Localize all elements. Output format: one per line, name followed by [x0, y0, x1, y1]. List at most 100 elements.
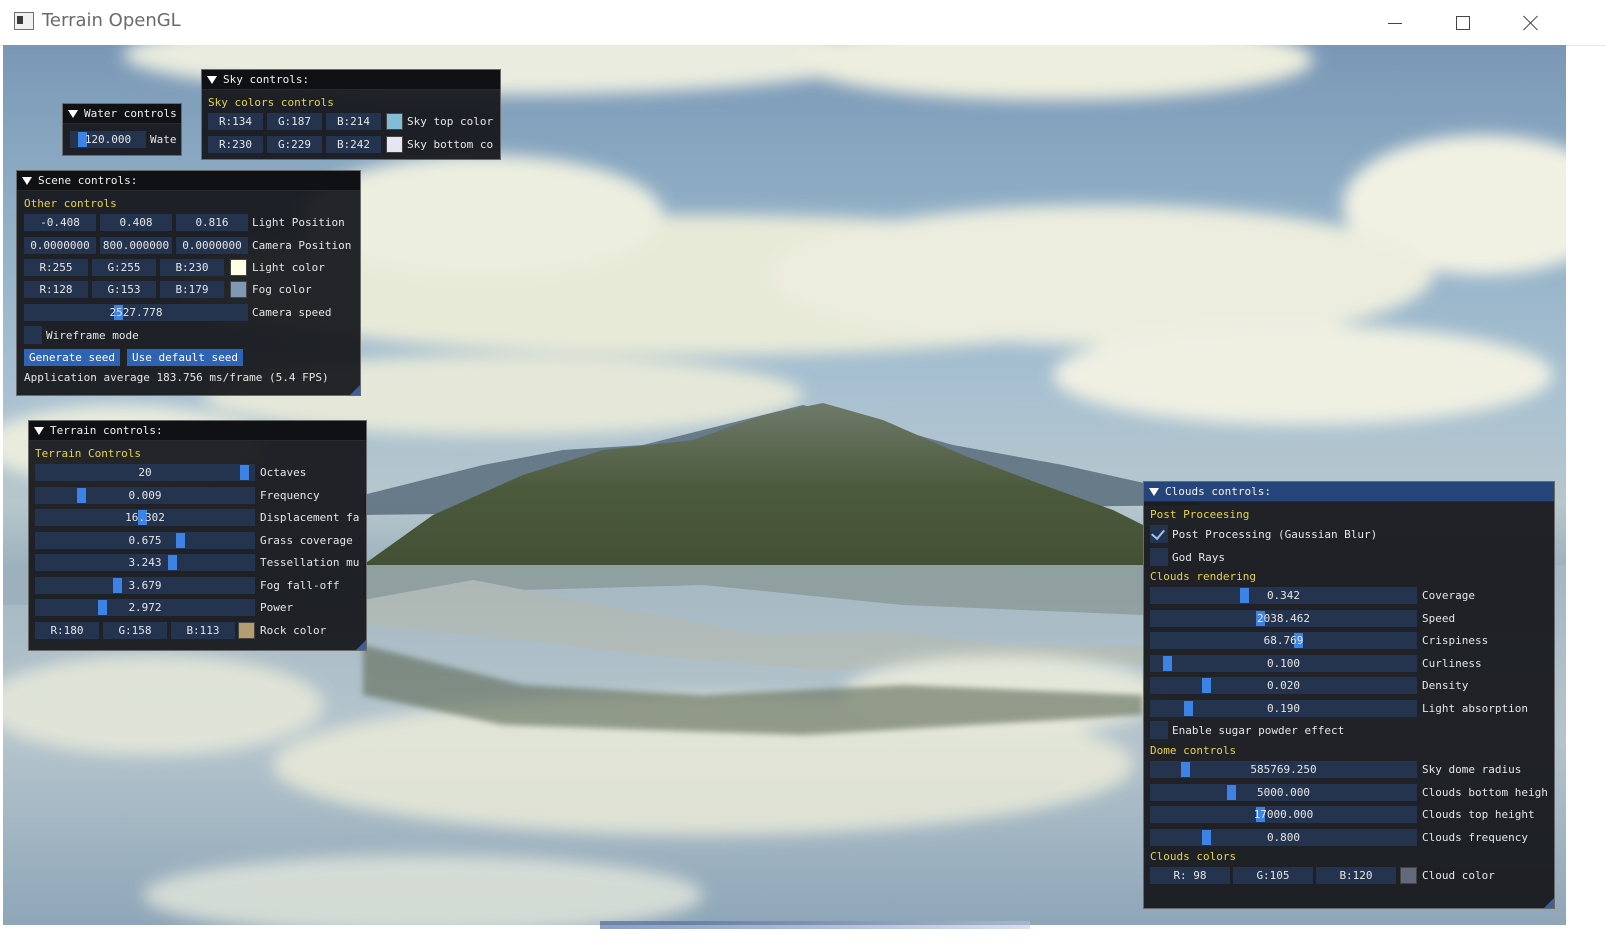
clouds-render-slider[interactable]: 0.100: [1150, 654, 1417, 672]
water-height-slider[interactable]: 120.000: [70, 131, 146, 148]
collapse-triangle-icon[interactable]: [207, 75, 217, 84]
slider-grab[interactable]: [1240, 588, 1249, 603]
sky-top-r[interactable]: R:134: [208, 113, 263, 130]
slider-grab[interactable]: [1163, 655, 1172, 671]
light-color-swatch[interactable]: [230, 259, 247, 276]
clouds-render-slider[interactable]: 68.769: [1150, 632, 1417, 649]
slider-value: 2038.462: [1257, 611, 1310, 625]
ghost-text: [600, 921, 1030, 929]
rock-color-swatch[interactable]: [238, 622, 255, 639]
rock-color-g[interactable]: G:158: [103, 622, 167, 639]
rock-color-b[interactable]: B:113: [171, 622, 235, 639]
wireframe-checkbox[interactable]: [24, 326, 42, 344]
light-position-z[interactable]: 0.816: [176, 214, 248, 231]
slider-grab[interactable]: [113, 577, 122, 593]
light-position-x[interactable]: -0.408: [24, 214, 96, 231]
rock-color-r[interactable]: R:180: [35, 622, 99, 639]
collapse-triangle-icon[interactable]: [22, 176, 32, 185]
dome-slider[interactable]: 5000.000: [1150, 783, 1417, 801]
light-color-g[interactable]: G:255: [92, 259, 156, 276]
slider-grab[interactable]: [77, 487, 86, 503]
clouds-render-slider[interactable]: 0.020: [1150, 677, 1417, 694]
slider-grab[interactable]: [98, 600, 107, 615]
minimize-button[interactable]: [1372, 6, 1418, 40]
slider-grab[interactable]: [1184, 700, 1193, 716]
sky-bottom-g[interactable]: G:229: [267, 136, 322, 153]
clouds-render-label: Density: [1422, 679, 1469, 692]
terrain-slider[interactable]: 20: [35, 464, 255, 481]
default-seed-button[interactable]: Use default seed: [127, 349, 243, 366]
close-button[interactable]: [1508, 6, 1554, 40]
terrain-slider[interactable]: 2.972: [35, 599, 255, 616]
clouds-controls-panel[interactable]: Clouds controls: Post Proceesing Post Pr…: [1143, 481, 1555, 909]
terrain-slider[interactable]: 3.243: [35, 554, 255, 571]
collapse-triangle-icon[interactable]: [68, 109, 78, 118]
resize-grip[interactable]: [356, 640, 366, 650]
slider-grab[interactable]: [176, 532, 185, 548]
sky-bottom-color-swatch[interactable]: [386, 136, 403, 153]
maximize-button[interactable]: [1440, 6, 1486, 40]
slider-grab[interactable]: [1227, 784, 1236, 800]
cloud-color-r[interactable]: R: 98: [1150, 867, 1230, 884]
terrain-slider[interactable]: 16.302: [35, 509, 255, 526]
fog-color-g[interactable]: G:153: [92, 281, 156, 298]
slider-grab[interactable]: [1202, 829, 1211, 845]
terrain-slider[interactable]: 0.675: [35, 531, 255, 549]
clouds-controls-header[interactable]: Clouds controls:: [1144, 482, 1554, 502]
dome-slider[interactable]: 585769.250: [1150, 761, 1417, 778]
resize-grip[interactable]: [1544, 898, 1554, 908]
clouds-render-slider[interactable]: 0.190: [1150, 699, 1417, 717]
camera-position-x[interactable]: 0.0000000: [24, 237, 96, 254]
sugar-powder-checkbox[interactable]: [1150, 721, 1168, 739]
clouds-render-label: Light absorption: [1422, 701, 1528, 715]
slider-value: 68.769: [1263, 634, 1304, 647]
generate-seed-button[interactable]: Generate seed: [24, 349, 120, 366]
light-color-b[interactable]: B:230: [160, 259, 224, 276]
fog-color-r[interactable]: R:128: [24, 281, 88, 298]
collapse-triangle-icon[interactable]: [34, 426, 44, 435]
slider-grab[interactable]: [240, 465, 249, 480]
terrain-controls-header[interactable]: Terrain controls:: [29, 421, 366, 441]
fog-color-swatch[interactable]: [230, 281, 247, 298]
sky-bottom-b[interactable]: B:242: [326, 136, 381, 153]
light-position-y[interactable]: 0.408: [100, 214, 172, 231]
sky-top-b[interactable]: B:214: [326, 113, 381, 130]
scene-controls-panel[interactable]: Scene controls: Other controls -0.408 0.…: [16, 170, 361, 396]
terrain-controls-panel[interactable]: Terrain controls: Terrain Controls 20 Oct…: [28, 420, 367, 651]
camera-speed-slider[interactable]: 2527.778: [24, 304, 248, 321]
sky-controls-panel[interactable]: Sky controls: Sky colors controls R:134 …: [201, 69, 501, 160]
slider-grab[interactable]: [1181, 762, 1190, 777]
god-rays-checkbox[interactable]: [1150, 548, 1168, 566]
light-color-r[interactable]: R:255: [24, 259, 88, 276]
water-controls-header[interactable]: Water controls: [63, 104, 181, 124]
terrain-label: Octaves: [260, 466, 307, 479]
scene-controls-header[interactable]: Scene controls:: [17, 171, 360, 191]
slider-value: 585769.250: [1250, 763, 1317, 776]
fog-color-b[interactable]: B:179: [160, 281, 224, 298]
clouds-render-slider[interactable]: 0.342: [1150, 587, 1417, 604]
dome-slider[interactable]: 17000.000: [1150, 806, 1417, 823]
camera-position-z[interactable]: 0.0000000: [176, 237, 248, 254]
clouds-render-slider[interactable]: 2038.462: [1150, 609, 1417, 627]
cloud-color-swatch[interactable]: [1400, 867, 1417, 884]
cloud-color-g[interactable]: G:105: [1233, 867, 1313, 884]
terrain-label: Fog fall-off: [260, 578, 340, 592]
camera-position-y[interactable]: 800.000000: [100, 237, 172, 254]
sky-top-g[interactable]: G:187: [267, 113, 322, 130]
terrain-slider[interactable]: 0.009: [35, 486, 255, 504]
cloud-color-b[interactable]: B:120: [1316, 867, 1396, 884]
slider-value: 0.190: [1266, 701, 1301, 715]
resize-grip[interactable]: [350, 385, 360, 395]
post-processing-checkbox[interactable]: [1150, 525, 1168, 543]
collapse-triangle-icon[interactable]: [1149, 487, 1159, 496]
dome-slider[interactable]: 0.800: [1150, 828, 1417, 846]
cloud-color-label: Cloud color: [1422, 869, 1495, 882]
scene-controls-title: Scene controls:: [38, 174, 138, 187]
slider-grab[interactable]: [1202, 678, 1211, 693]
slider-grab[interactable]: [168, 555, 177, 570]
sky-controls-header[interactable]: Sky controls:: [202, 70, 500, 90]
water-controls-panel[interactable]: Water controls 120.000 Wate: [62, 103, 182, 156]
terrain-slider[interactable]: 3.679: [35, 576, 255, 594]
sky-bottom-r[interactable]: R:230: [208, 136, 263, 153]
sky-top-color-swatch[interactable]: [386, 113, 403, 130]
